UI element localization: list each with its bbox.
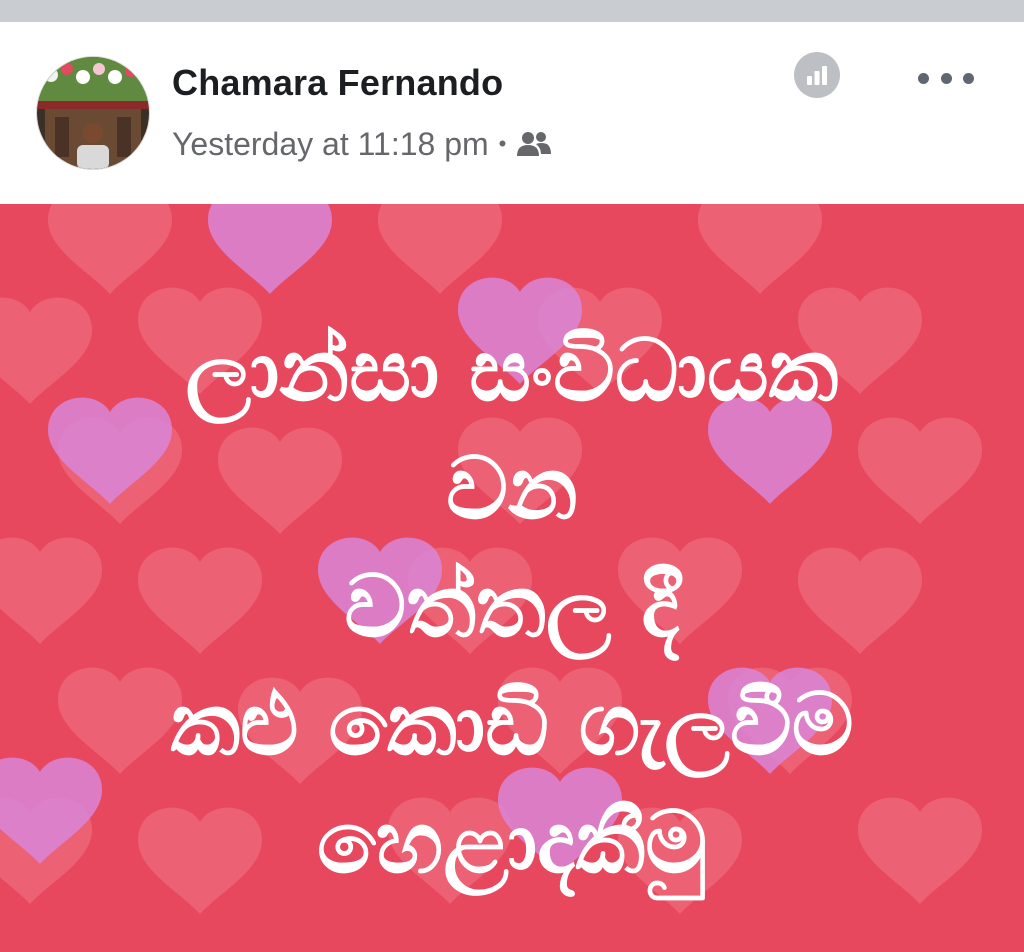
dot-icon: [918, 72, 929, 84]
post-card: Chamara Fernando Yesterday at 11:18 pm •: [0, 22, 1024, 952]
top-divider-strip: [0, 0, 1024, 22]
post-text-line: හෙළාදකීමු: [316, 793, 707, 893]
dot-icon: [940, 72, 952, 84]
more-options-icon[interactable]: [918, 60, 974, 96]
dot-icon: [963, 72, 974, 84]
post-timestamp[interactable]: Yesterday at 11:18 pm: [172, 126, 489, 163]
post-meta: Yesterday at 11:18 pm •: [172, 124, 552, 164]
insights-icon[interactable]: [794, 52, 840, 98]
friends-icon[interactable]: [516, 130, 552, 158]
post-text-line: කළු කොඩි ගැලවීම: [170, 675, 854, 775]
post-header: Chamara Fernando Yesterday at 11:18 pm •: [0, 22, 1024, 204]
post-text-line: වන: [446, 439, 578, 539]
post-background: ලාන්සා සංවිධායක වන වත්තල දී කළු කොඩි ගැල…: [0, 204, 1024, 952]
post-text-line: ලාන්සා සංවිධායක: [185, 321, 839, 421]
post-text: ලාන්සා සංවිධායක වන වත්තල දී කළු කොඩි ගැල…: [0, 312, 1024, 902]
avatar[interactable]: [36, 56, 150, 170]
post-text-line: වත්තල දී: [344, 557, 680, 657]
avatar-photo: [37, 57, 149, 169]
author-name[interactable]: Chamara Fernando: [172, 62, 503, 104]
meta-separator: •: [498, 131, 507, 156]
bar-chart-icon: [807, 66, 827, 85]
